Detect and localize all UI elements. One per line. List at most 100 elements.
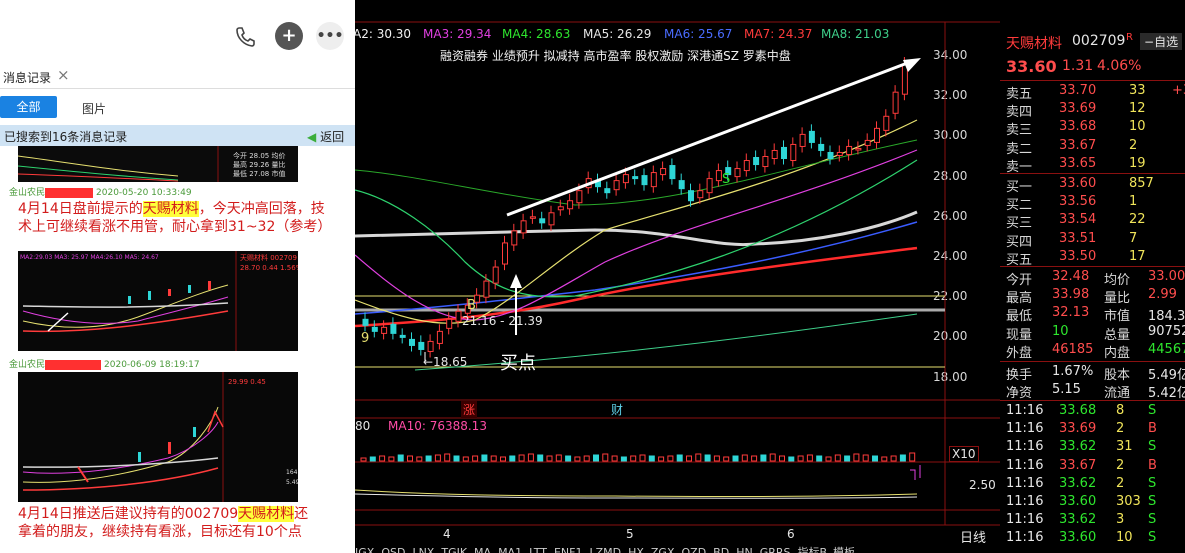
ask-price: 33.65 xyxy=(1059,155,1097,171)
indicator-tab[interactable]: ZGX xyxy=(651,546,675,553)
svg-text:28.70 0.44 1.56%: 28.70 0.44 1.56% xyxy=(240,264,298,272)
history-close-icon[interactable]: × xyxy=(57,66,70,84)
sub-indicator-tick: 2.50 xyxy=(969,478,996,492)
redacted-mark xyxy=(45,187,94,198)
indicator-tab[interactable]: QZD xyxy=(682,546,707,553)
sender-line-2: 金山农民 2020-06-09 18:19:17 xyxy=(9,359,200,370)
minus-icon: − xyxy=(1144,35,1155,49)
search-status-text: 已搜索到16条消息记录 xyxy=(4,130,128,144)
svg-text:29.99 0.45: 29.99 0.45 xyxy=(228,378,266,386)
volume-bar xyxy=(574,456,581,462)
tab-images[interactable]: 图片 xyxy=(82,100,106,117)
candle-body xyxy=(697,190,704,199)
volume-bar xyxy=(825,456,832,462)
candle-body xyxy=(381,326,388,334)
tick-time: 11:16 xyxy=(1006,439,1044,455)
volume-bar xyxy=(434,454,441,462)
tick-side: B xyxy=(1148,421,1157,437)
template-tab[interactable]: 模板 xyxy=(833,546,855,553)
volume-bar xyxy=(648,455,655,462)
stat-label: 最低 xyxy=(1006,309,1033,325)
self-select-button[interactable]: −自选 xyxy=(1140,33,1183,50)
tick-volume: 3 xyxy=(1116,512,1125,528)
add-button[interactable]: + xyxy=(275,22,303,50)
tab-all[interactable]: 全部 xyxy=(0,96,57,118)
volume-bar xyxy=(704,454,711,462)
more-button[interactable]: ••• xyxy=(316,22,344,50)
candle-body xyxy=(362,318,369,326)
indicator-tab[interactable]: LNX xyxy=(412,546,434,553)
volume-bar xyxy=(453,455,460,462)
indicator-tab[interactable]: GRRS xyxy=(760,546,791,553)
sender-line-1: 金山农民 2020-05-20 10:33:49 xyxy=(9,187,192,198)
tick-side: S xyxy=(1148,439,1157,455)
event-mark-rise[interactable]: 涨 xyxy=(461,401,478,418)
bid-level-label: 买一 xyxy=(1006,180,1033,195)
ask-change: +3 xyxy=(1172,83,1185,98)
event-mark-finance[interactable]: 财 xyxy=(611,401,623,418)
bid-volume: 857 xyxy=(1129,176,1154,191)
chat-image-1[interactable]: 今开 28.05 均价 最高 29.26 量比 最低 27.08 市值 xyxy=(18,146,298,182)
chat-image-3[interactable]: 29.99 0.45 164.0 5.49 xyxy=(18,372,298,502)
volume-bar xyxy=(844,455,851,462)
stat-value: 184.3亿 xyxy=(1148,309,1185,325)
candle-body xyxy=(808,130,815,143)
candle-body xyxy=(418,341,425,350)
candle-body xyxy=(576,190,583,204)
candle-body xyxy=(688,190,694,202)
candle-body xyxy=(874,127,880,143)
indicator-tab[interactable]: TGJK xyxy=(441,546,467,553)
volume-bar xyxy=(732,455,739,462)
date-tick-5: 5 xyxy=(626,527,634,541)
chat-image-2[interactable]: MA2:29.03 MA3: 25.97 MA4:26.10 MA5: 24.6… xyxy=(18,251,298,351)
volume-bar xyxy=(667,455,674,462)
indicator-tab[interactable]: LTT xyxy=(529,546,547,553)
indicator-tab[interactable]: HX xyxy=(628,546,644,553)
volume-bar xyxy=(639,454,646,462)
back-button[interactable]: ◀ 返回 xyxy=(307,128,344,145)
stat-label: 净资 xyxy=(1006,386,1033,402)
indicator-tab[interactable]: LZMD xyxy=(589,546,621,553)
stat-label: 流通 xyxy=(1104,386,1131,402)
back-arrow-icon: ◀ xyxy=(307,130,317,144)
stat-label: 现量 xyxy=(1006,327,1033,343)
phone-call-button[interactable] xyxy=(231,22,259,50)
ask-volume: 10 xyxy=(1129,119,1146,135)
candle-body xyxy=(864,139,871,146)
indicator-tab[interactable]: HN xyxy=(736,546,753,553)
stat-label: 总量 xyxy=(1104,327,1131,343)
volume-bar xyxy=(779,455,785,462)
indicator-tab[interactable]: BD xyxy=(713,546,729,553)
volume-bar xyxy=(899,454,906,462)
buy-signal-mark: B xyxy=(467,298,476,313)
volume-bar xyxy=(769,453,776,462)
zoom-label[interactable]: X10 xyxy=(949,446,979,462)
stat-value: 33.00 xyxy=(1148,269,1185,284)
svg-text:最低 27.08 市值: 最低 27.08 市值 xyxy=(233,169,286,178)
tick-volume: 2 xyxy=(1116,421,1125,437)
svg-text:最高 29.26 量比: 最高 29.26 量比 xyxy=(233,160,286,169)
kline-chart[interactable]: A2: 30.30 MA3: 29.34 MA4: 28.63 MA5: 26.29 M… xyxy=(353,0,1000,553)
candle-body xyxy=(883,115,890,131)
volume-bar xyxy=(490,455,497,462)
volume-bar xyxy=(527,453,534,462)
volume-bar xyxy=(797,455,804,462)
indicator-tab[interactable]: ENF1 xyxy=(554,546,583,553)
candle-body xyxy=(669,165,676,180)
ask-level-label: 卖二 xyxy=(1006,141,1033,157)
tick-side: S xyxy=(1148,494,1157,509)
svg-text:天赐材料 002709: 天赐材料 002709 xyxy=(240,253,297,262)
indicator-tab[interactable]: MA xyxy=(474,546,491,553)
volume-bar xyxy=(853,453,860,462)
tick-time: 11:16 xyxy=(1006,403,1044,418)
bid-level-label: 买三 xyxy=(1006,216,1033,232)
indicator-tab[interactable]: IGX xyxy=(355,546,374,553)
last-price: 33.60 xyxy=(1006,57,1057,76)
template-tab[interactable]: 指标B xyxy=(798,546,828,553)
candle-body xyxy=(557,206,564,211)
stat-value: 33.98 xyxy=(1052,287,1090,303)
indicator-tab[interactable]: MA1 xyxy=(498,546,522,553)
indicator-tab[interactable]: OSD xyxy=(381,546,405,553)
volume-bar xyxy=(602,453,609,462)
tick-price: 33.67 xyxy=(1059,457,1097,473)
